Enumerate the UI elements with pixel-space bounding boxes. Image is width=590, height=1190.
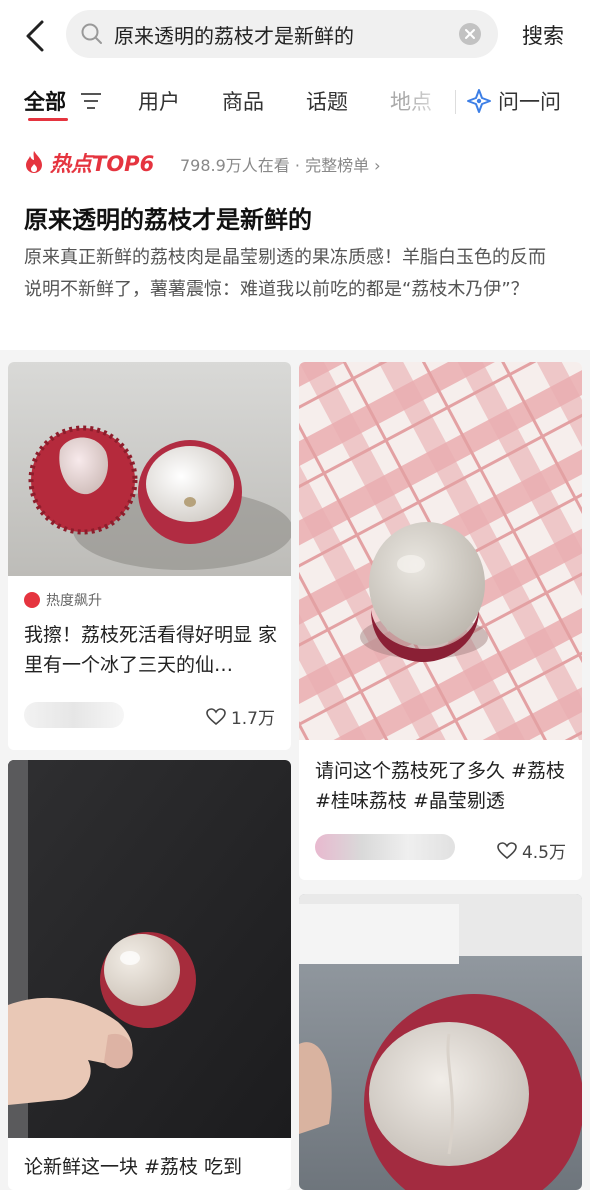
tab-divider: [455, 90, 456, 114]
fire-icon: [26, 151, 42, 173]
top-bar: 搜索: [0, 0, 590, 72]
tab-all[interactable]: 全部: [24, 86, 66, 116]
hot-headline[interactable]: 原来透明的荔枝才是新鲜的: [24, 200, 312, 235]
like-count-value: 4.5万: [521, 843, 566, 863]
note-title: 论新鲜这一块 #荔枝 吃到: [24, 1156, 242, 1178]
ask-sparkle-icon: [467, 89, 491, 113]
author-avatar[interactable]: [315, 834, 455, 860]
like-count-value: 1.7万: [230, 709, 275, 729]
like-count[interactable]: 4.5万: [497, 838, 566, 863]
tab-users[interactable]: 用户: [138, 86, 180, 116]
lychee-photo: [8, 362, 291, 576]
search-box[interactable]: [66, 10, 498, 58]
tab-ask[interactable]: 问一问: [498, 86, 561, 116]
trending-badge: 热度飙升: [24, 590, 102, 610]
hot-meta-link[interactable]: 798.9万人在看 · 完整榜单 ›: [180, 152, 381, 176]
tab-topics[interactable]: 话题: [306, 86, 348, 116]
filter-tabs: 全部 用户 商品 话题 地点 问一问: [0, 72, 590, 130]
clear-icon[interactable]: [458, 22, 482, 46]
active-tab-indicator: [28, 118, 68, 121]
hot-topic-section: 热点TOP6 798.9万人在看 · 完整榜单 › 原来透明的荔枝才是新鲜的 原…: [0, 130, 590, 350]
note-card[interactable]: 请问这个荔枝死了多久 #荔枝 #桂味荔枝 #晶莹剔透 4.5万: [299, 362, 582, 880]
lychee-photo: [299, 362, 582, 740]
filter-icon[interactable]: [80, 92, 102, 110]
trending-fire-icon: [24, 592, 40, 608]
heart-icon: [497, 841, 517, 859]
heart-icon: [206, 707, 226, 725]
like-count[interactable]: 1.7万: [206, 704, 275, 729]
tab-fade: [405, 72, 455, 130]
hot-rank-label: 热点TOP6: [50, 152, 155, 176]
note-card[interactable]: 热度飙升 我擦！荔枝死活看得好明显 家里有一个冰了三天的仙… 1.7万: [8, 362, 291, 750]
search-icon: [81, 23, 102, 44]
note-card[interactable]: 论新鲜这一块 #荔枝 吃到: [8, 760, 291, 1190]
search-input[interactable]: [114, 10, 454, 58]
note-title: 请问这个荔枝死了多久 #荔枝 #桂味荔枝 #晶莹剔透: [315, 760, 565, 812]
note-title: 我擦！荔枝死活看得好明显 家里有一个冰了三天的仙…: [24, 624, 278, 676]
hot-description: 原来真正新鲜的荔枝肉是晶莹剔透的果冻质感！羊脂白玉色的反而说明不新鲜了，薯薯震惊…: [24, 247, 546, 300]
back-arrow-icon[interactable]: [20, 18, 52, 54]
trending-badge-label: 热度飙升: [46, 593, 102, 609]
lychee-photo: [8, 760, 291, 1138]
note-card[interactable]: [299, 894, 582, 1190]
author-avatar[interactable]: [24, 702, 124, 728]
tab-products[interactable]: 商品: [222, 86, 264, 116]
lychee-photo: [299, 894, 582, 1190]
search-button[interactable]: 搜索: [522, 20, 564, 50]
